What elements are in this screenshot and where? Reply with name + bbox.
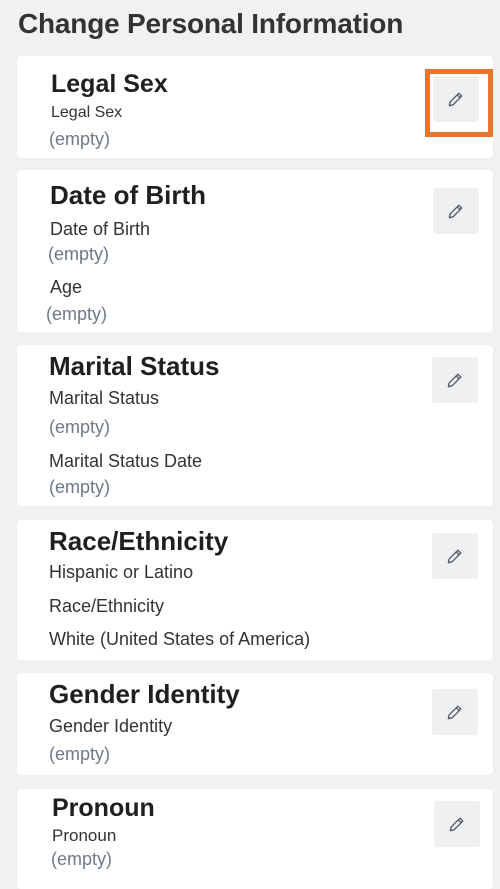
- race-ethnicity-card: Race/Ethnicity Hispanic or Latino Race/E…: [17, 520, 493, 660]
- pronoun-heading: Pronoun: [52, 794, 155, 822]
- pronoun-label: Pronoun: [52, 826, 117, 845]
- marital-status-date-value: (empty): [49, 477, 111, 497]
- marital-status-date-label: Marital Status Date: [49, 451, 203, 471]
- page-title: Change Personal Information: [18, 8, 404, 39]
- legal-sex-value: (empty): [49, 129, 111, 149]
- marital-status-label: Marital Status: [49, 388, 160, 408]
- date-of-birth-label: Date of Birth: [50, 219, 151, 239]
- marital-status-card: Marital Status Marital Status (empty) Ma…: [17, 345, 493, 506]
- hispanic-or-latino-label: Hispanic or Latino: [49, 562, 194, 582]
- edit-gender-identity-button[interactable]: [432, 689, 478, 735]
- date-of-birth-value: (empty): [48, 244, 110, 264]
- date-of-birth-heading: Date of Birth: [50, 180, 206, 210]
- pencil-icon: [449, 817, 464, 832]
- gender-identity-label: Gender Identity: [49, 716, 173, 736]
- race-ethnicity-heading: Race/Ethnicity: [49, 526, 229, 556]
- race-ethnicity-label: Race/Ethnicity: [49, 596, 165, 616]
- edit-marital-status-button[interactable]: [432, 357, 478, 403]
- edit-race-ethnicity-button[interactable]: [432, 533, 478, 579]
- pencil-icon: [447, 549, 462, 564]
- pencil-icon: [447, 705, 462, 720]
- marital-status-heading: Marital Status: [49, 351, 220, 381]
- legal-sex-label: Legal Sex: [51, 104, 123, 121]
- pronoun-card: Pronoun Pronoun (empty): [17, 789, 493, 889]
- age-value: (empty): [46, 304, 108, 324]
- legal-sex-card: Legal Sex Legal Sex (empty): [17, 56, 493, 158]
- highlight-box: [425, 69, 493, 137]
- age-label: Age: [50, 277, 83, 297]
- gender-identity-card: Gender Identity Gender Identity (empty): [17, 673, 493, 775]
- legal-sex-heading: Legal Sex: [51, 70, 168, 98]
- pencil-icon: [448, 204, 463, 219]
- pencil-icon: [447, 373, 462, 388]
- marital-status-value: (empty): [49, 417, 111, 437]
- race-ethnicity-value: White (United States of America): [49, 629, 311, 649]
- edit-date-of-birth-button[interactable]: [433, 188, 479, 234]
- gender-identity-value: (empty): [49, 744, 111, 764]
- pronoun-value: (empty): [51, 849, 113, 869]
- edit-pronoun-button[interactable]: [434, 801, 480, 847]
- date-of-birth-card: Date of Birth Date of Birth (empty) Age …: [17, 170, 493, 332]
- gender-identity-heading: Gender Identity: [49, 679, 240, 709]
